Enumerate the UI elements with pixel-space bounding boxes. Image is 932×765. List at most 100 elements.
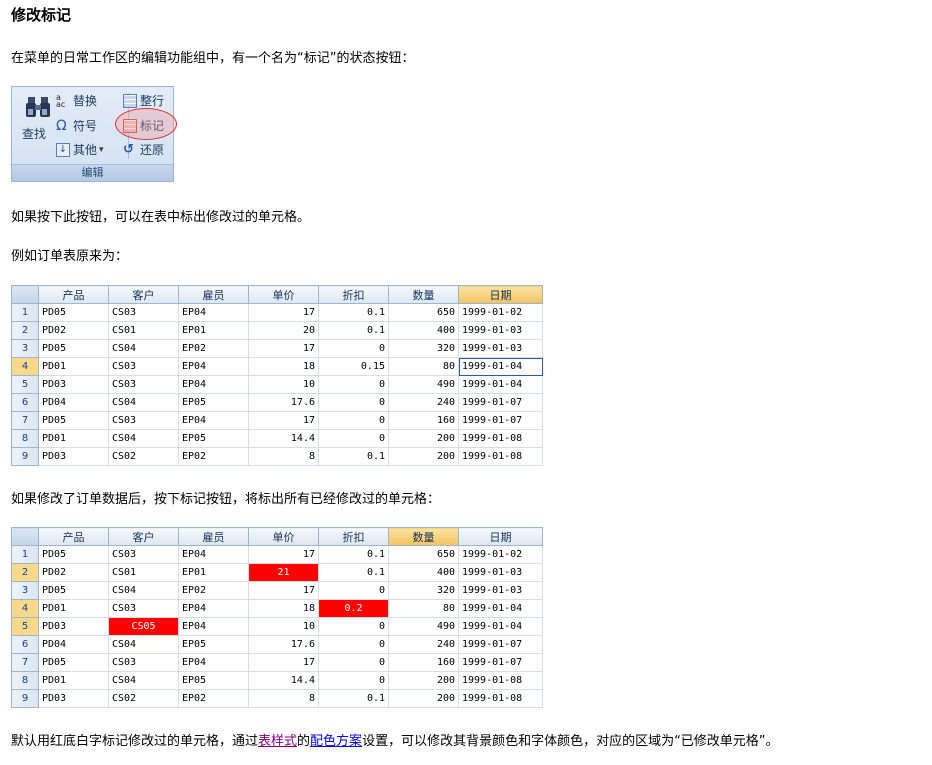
grid-cell[interactable]: PD05 <box>38 303 109 322</box>
color-scheme-link[interactable]: 配色方案 <box>310 734 362 749</box>
grid-cell[interactable]: 1999-01-08 <box>458 671 543 690</box>
column-header[interactable]: 客户 <box>108 527 179 546</box>
grid-cell[interactable]: 0 <box>318 581 389 600</box>
symbol-button[interactable]: Ω 符号 <box>56 117 97 134</box>
grid-cell[interactable]: 18 <box>248 357 319 376</box>
grid-cell[interactable]: CS04 <box>108 635 179 654</box>
grid-cell[interactable]: 80 <box>388 357 459 376</box>
grid-cell[interactable]: 0 <box>318 617 389 636</box>
grid-cell[interactable]: 0.1 <box>318 303 389 322</box>
grid-cell[interactable]: 240 <box>388 635 459 654</box>
grid-cell[interactable]: 21 <box>248 563 319 582</box>
grid-cell[interactable]: 17 <box>248 303 319 322</box>
grid-cell[interactable]: 0.1 <box>318 321 389 340</box>
grid-cell[interactable]: 0 <box>318 393 389 412</box>
grid-cell[interactable]: 0 <box>318 375 389 394</box>
table-style-link[interactable]: 表样式 <box>258 734 297 749</box>
grid-cell[interactable]: PD03 <box>38 617 109 636</box>
restore-button[interactable]: ↺ 还原 <box>123 141 164 158</box>
grid-cell[interactable]: CS03 <box>108 375 179 394</box>
row-header[interactable]: 7 <box>11 411 39 430</box>
grid-cell[interactable]: 17.6 <box>248 635 319 654</box>
grid-cell[interactable]: EP04 <box>178 653 249 672</box>
grid-cell[interactable]: EP04 <box>178 303 249 322</box>
grid-cell[interactable]: 320 <box>388 339 459 358</box>
grid-cell[interactable]: CS01 <box>108 563 179 582</box>
other-button[interactable]: ↓ 其他 ▾ <box>56 141 104 158</box>
grid-cell[interactable]: 1999-01-07 <box>458 635 543 654</box>
grid-cell[interactable]: EP02 <box>178 339 249 358</box>
grid-cell[interactable]: 1999-01-08 <box>458 447 543 466</box>
grid-cell[interactable]: EP05 <box>178 393 249 412</box>
grid-cell[interactable]: 0 <box>318 429 389 448</box>
grid-cell[interactable]: 0 <box>318 653 389 672</box>
column-header[interactable]: 日期 <box>458 527 543 546</box>
grid-cell[interactable]: 1999-01-03 <box>458 581 543 600</box>
grid-cell[interactable]: CS03 <box>108 411 179 430</box>
grid-cell[interactable]: PD01 <box>38 429 109 448</box>
column-header[interactable]: 数量 <box>388 285 459 304</box>
grid-cell[interactable]: EP04 <box>178 375 249 394</box>
grid-cell[interactable]: 17 <box>248 545 319 564</box>
grid-cell[interactable]: 200 <box>388 689 459 708</box>
row-header[interactable]: 9 <box>11 447 39 466</box>
grid-cell[interactable]: EP05 <box>178 429 249 448</box>
column-header[interactable]: 客户 <box>108 285 179 304</box>
grid-cell[interactable]: EP04 <box>178 545 249 564</box>
grid-cell[interactable]: 1999-01-04 <box>458 617 543 636</box>
grid-cell[interactable]: PD03 <box>38 375 109 394</box>
grid-cell[interactable]: 200 <box>388 447 459 466</box>
grid-cell[interactable]: CS01 <box>108 321 179 340</box>
grid-cell[interactable]: 1999-01-07 <box>458 411 543 430</box>
row-header[interactable]: 3 <box>11 581 39 600</box>
grid-cell[interactable]: PD05 <box>38 581 109 600</box>
grid-cell[interactable]: 1999-01-02 <box>458 303 543 322</box>
grid-cell[interactable]: EP01 <box>178 563 249 582</box>
column-header[interactable]: 数量 <box>388 527 459 546</box>
column-header[interactable]: 单价 <box>248 527 319 546</box>
grid-cell[interactable]: 20 <box>248 321 319 340</box>
row-header[interactable]: 8 <box>11 429 39 448</box>
grid-cell[interactable]: EP04 <box>178 617 249 636</box>
grid-cell[interactable]: EP02 <box>178 689 249 708</box>
grid-cell[interactable]: 0 <box>318 671 389 690</box>
row-header[interactable]: 3 <box>11 339 39 358</box>
grid-cell[interactable]: CS04 <box>108 581 179 600</box>
grid-cell[interactable]: 8 <box>248 689 319 708</box>
find-button[interactable]: 查找 <box>18 93 58 143</box>
grid-cell[interactable]: 0 <box>318 635 389 654</box>
grid-cell[interactable]: PD03 <box>38 447 109 466</box>
grid-cell[interactable]: 400 <box>388 321 459 340</box>
grid-cell[interactable]: 14.4 <box>248 671 319 690</box>
grid-cell[interactable]: 17.6 <box>248 393 319 412</box>
grid-cell[interactable]: 0.1 <box>318 689 389 708</box>
row-header[interactable]: 5 <box>11 617 39 636</box>
column-header[interactable]: 雇员 <box>178 527 249 546</box>
row-header[interactable]: 7 <box>11 653 39 672</box>
grid-cell[interactable]: 1999-01-03 <box>458 339 543 358</box>
grid-cell[interactable]: 0.2 <box>318 599 389 618</box>
row-header[interactable]: 6 <box>11 393 39 412</box>
grid-cell[interactable]: 1999-01-03 <box>458 563 543 582</box>
grid-cell[interactable]: PD01 <box>38 357 109 376</box>
grid-corner[interactable] <box>11 527 39 546</box>
grid-cell[interactable]: 490 <box>388 617 459 636</box>
grid-cell[interactable]: 650 <box>388 303 459 322</box>
grid-cell[interactable]: 1999-01-04 <box>458 375 543 394</box>
grid-corner[interactable] <box>11 285 39 304</box>
grid-cell[interactable]: 1999-01-04 <box>458 599 543 618</box>
grid-cell[interactable]: 0.1 <box>318 545 389 564</box>
grid-cell[interactable]: EP05 <box>178 671 249 690</box>
grid-cell[interactable]: EP01 <box>178 321 249 340</box>
grid-cell[interactable]: 17 <box>248 339 319 358</box>
grid-cell[interactable]: 8 <box>248 447 319 466</box>
grid-cell[interactable]: PD01 <box>38 599 109 618</box>
grid-cell[interactable]: CS04 <box>108 393 179 412</box>
grid-cell[interactable]: PD03 <box>38 689 109 708</box>
grid-cell[interactable]: 1999-01-08 <box>458 689 543 708</box>
grid-cell[interactable]: CS04 <box>108 339 179 358</box>
grid-cell[interactable]: 0.1 <box>318 447 389 466</box>
grid-cell[interactable]: PD05 <box>38 339 109 358</box>
grid-cell[interactable]: CS05 <box>108 617 179 636</box>
grid-cell[interactable]: 0 <box>318 411 389 430</box>
